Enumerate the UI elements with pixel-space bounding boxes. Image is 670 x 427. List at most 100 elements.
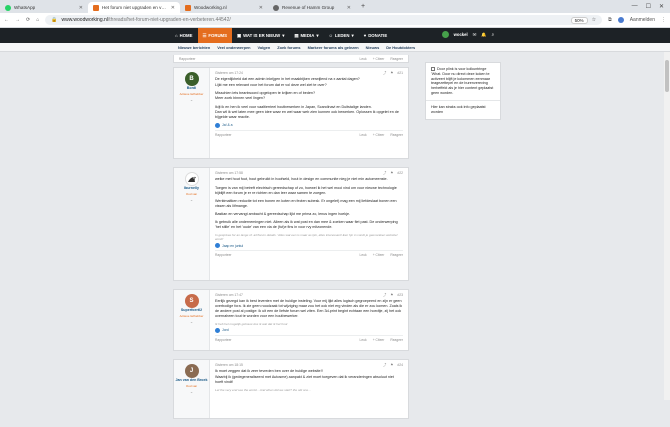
- nav-members[interactable]: ☺ LEDEN ▾: [324, 28, 359, 43]
- avatar[interactable]: J: [184, 364, 199, 378]
- close-icon[interactable]: ✕: [347, 5, 351, 11]
- subnav-follow[interactable]: Volgen: [258, 45, 271, 50]
- avatar[interactable]: S: [184, 294, 199, 308]
- extensions-icon[interactable]: ⧉: [608, 17, 612, 23]
- author-name[interactable]: Iburnelly: [184, 186, 199, 191]
- browser-tab-forum[interactable]: Het forum niet upgraden en ver... ✕: [88, 2, 180, 13]
- quote-button[interactable]: + Citeer: [373, 133, 385, 137]
- site-navigation: ⌂ HOME ☰ FORUMS ▣ WAT IS ER NIEUW ▾ ▤ MEDIA ▾ …: [0, 28, 670, 43]
- profile-avatar[interactable]: [617, 17, 624, 23]
- nav-forums[interactable]: ☰ FORUMS: [197, 28, 232, 43]
- close-window-icon[interactable]: ✕: [659, 3, 664, 10]
- browser-tab-whatsapp[interactable]: WhatsApp ✕: [0, 2, 88, 13]
- post-meta: Gisteren om 17:24 ⤴ ⚑ #21: [215, 71, 403, 75]
- author-name[interactable]: Superfoertl2: [181, 308, 202, 313]
- post-date[interactable]: Gisteren om 17:24: [215, 71, 243, 75]
- nav-media[interactable]: ▤ MEDIA ▾: [289, 28, 323, 43]
- share-icon[interactable]: ⤴: [383, 293, 386, 297]
- close-icon[interactable]: ✕: [79, 5, 83, 11]
- bell-icon[interactable]: 🔔: [481, 32, 486, 38]
- back-icon[interactable]: ←: [4, 17, 9, 23]
- quote-button[interactable]: + Citeer: [373, 57, 385, 61]
- post-meta: Gisteren om 17:58 ⤴ ⚑ #22: [215, 171, 403, 175]
- subnav-search-forums[interactable]: Zoek forums: [277, 45, 300, 50]
- report-link[interactable]: Rapporteer: [215, 338, 232, 342]
- share-icon[interactable]: ⤴: [383, 71, 386, 75]
- chevron-down-icon[interactable]: ⌄: [190, 197, 193, 202]
- post-date[interactable]: Gisteren om 18:15: [215, 363, 243, 367]
- reactions-bar[interactable]: Jord: [215, 328, 403, 334]
- menu-icon[interactable]: ⋮: [661, 17, 666, 23]
- subnav-news[interactable]: Nieuws: [366, 45, 380, 50]
- new-tab-button[interactable]: +: [356, 3, 370, 10]
- envelope-icon[interactable]: ✉: [473, 32, 477, 38]
- post-date[interactable]: Gisteren om 17:47: [215, 293, 243, 297]
- reactions-bar[interactable]: Jaap en juntul: [215, 243, 403, 249]
- like-button[interactable]: Leuk: [360, 133, 367, 137]
- reactions-bar[interactable]: Ja! & a: [215, 123, 403, 129]
- reply-button[interactable]: Reageer: [390, 338, 403, 342]
- minimize-icon[interactable]: —: [632, 3, 638, 10]
- bookmark-icon[interactable]: ⚑: [390, 171, 393, 175]
- post-number[interactable]: #24: [397, 363, 403, 367]
- quote-button[interactable]: + Citeer: [373, 253, 385, 257]
- sub-navigation: Nieuwe berichten Veel onderwerpen Volgen…: [0, 43, 670, 52]
- reply-button[interactable]: Reageer: [390, 253, 403, 257]
- subnav-houtdokters[interactable]: De Houtdokters: [386, 45, 415, 50]
- post-date[interactable]: Gisteren om 17:58: [215, 171, 243, 175]
- author-name[interactable]: Bordi: [187, 86, 196, 91]
- avatar[interactable]: B: [184, 72, 199, 86]
- reload-icon[interactable]: ⟳: [26, 17, 30, 23]
- username[interactable]: wockel: [454, 32, 468, 37]
- chevron-down-icon[interactable]: ⌄: [190, 389, 193, 394]
- browser-tab-revenue[interactable]: Revenue of Hamm Group ✕: [268, 2, 356, 13]
- avatar[interactable]: [184, 172, 199, 186]
- post-number[interactable]: #21: [397, 71, 403, 75]
- subnav-topics[interactable]: Veel onderwerpen: [217, 45, 250, 50]
- chevron-down-icon[interactable]: ⌄: [190, 97, 193, 102]
- nav-home[interactable]: ⌂ HOME: [170, 28, 198, 43]
- account-label[interactable]: Aanmelden: [630, 17, 655, 23]
- signature: In gesprkee for an lange of. art/forum d…: [215, 233, 398, 242]
- report-link[interactable]: Rapporteer: [179, 57, 196, 61]
- close-icon[interactable]: ✕: [259, 5, 263, 11]
- page-scrollbar[interactable]: [664, 52, 670, 400]
- browser-tab-woodworking[interactable]: Woodworking.nl ✕: [180, 2, 268, 13]
- forward-icon[interactable]: →: [15, 17, 20, 23]
- like-button[interactable]: Leuk: [360, 338, 367, 342]
- scrollbar-thumb[interactable]: [665, 60, 669, 92]
- report-link[interactable]: Rapporteer: [215, 133, 232, 137]
- author-name[interactable]: Jan van den Broek: [176, 378, 208, 383]
- like-button[interactable]: Leuk: [360, 57, 367, 61]
- quote-button[interactable]: + Citeer: [373, 338, 385, 342]
- bookmark-icon[interactable]: ⚑: [390, 363, 393, 367]
- bookmark-icon[interactable]: ⚑: [390, 293, 393, 297]
- reply-button[interactable]: Reageer: [390, 57, 403, 61]
- nav-whats-new[interactable]: ▣ WAT IS ER NIEUW ▾: [232, 28, 289, 43]
- sidebar-block: Door plink is voor kolkuntringe 'What. D…: [426, 63, 500, 100]
- reply-button[interactable]: Reageer: [390, 133, 403, 137]
- subnav-mark-read[interactable]: Markeer forums als gelezen: [308, 45, 359, 50]
- subnav-new-posts[interactable]: Nieuwe berichten: [178, 45, 210, 50]
- bookmark-icon[interactable]: ⚑: [390, 71, 393, 75]
- share-icon[interactable]: ⤴: [383, 171, 386, 175]
- checkbox-icon[interactable]: [431, 67, 435, 72]
- post-paragraph: Waarbij ik (gedegeneraliseerd met Autosm…: [215, 374, 394, 384]
- chevron-down-icon[interactable]: ⌄: [190, 319, 193, 324]
- user-avatar[interactable]: [441, 31, 449, 38]
- post-number[interactable]: #23: [397, 293, 403, 297]
- star-icon[interactable]: ☆: [592, 17, 596, 23]
- home-icon[interactable]: ⌂: [36, 17, 39, 23]
- search-icon[interactable]: ⌕: [492, 32, 494, 37]
- share-icon[interactable]: ⤴: [383, 363, 386, 367]
- post-number[interactable]: #22: [397, 171, 403, 175]
- maximize-icon[interactable]: ☐: [646, 3, 651, 10]
- post-footer: Rapporteer Leuk + Citeer Reageer: [215, 335, 403, 342]
- tab-label: WhatsApp: [14, 5, 36, 10]
- nav-donation[interactable]: ♥ DONATIE: [359, 28, 393, 43]
- report-link[interactable]: Rapporteer: [215, 253, 232, 257]
- close-icon[interactable]: ✕: [171, 5, 175, 11]
- like-button[interactable]: Leuk: [360, 253, 367, 257]
- address-bar[interactable]: 🔒 www.woodworking.nl/threads/het-forum-n…: [45, 15, 603, 25]
- zoom-indicator[interactable]: 50%: [570, 16, 588, 24]
